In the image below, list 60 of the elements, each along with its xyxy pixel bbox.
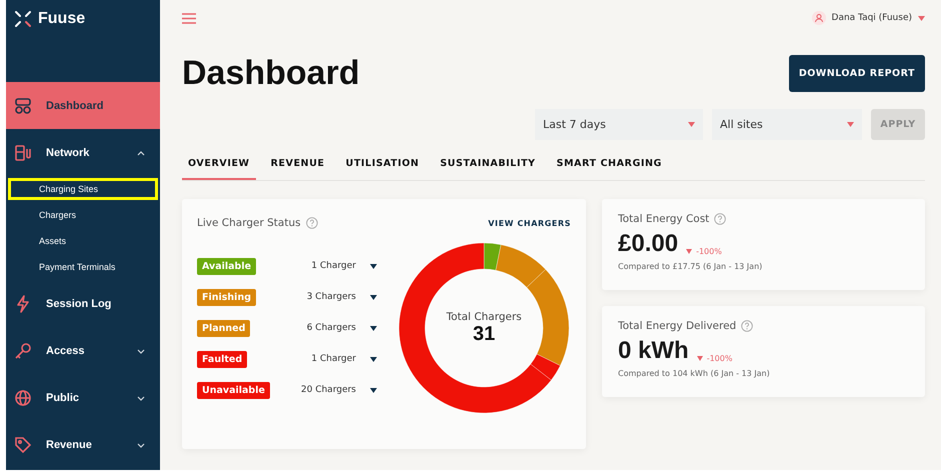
sidebar-item[interactable]: Access: [6, 327, 160, 374]
view-chargers-link[interactable]: VIEW CHARGERS: [488, 218, 571, 228]
sidebar-item[interactable]: Revenue: [6, 421, 160, 468]
dropdown-caret-icon[interactable]: [370, 264, 377, 268]
card-title: Live Charger Status: [197, 217, 301, 229]
logo-icon: [14, 10, 32, 28]
download-report-button[interactable]: DOWNLOAD REPORT: [788, 55, 925, 92]
dropdown-caret-icon: [847, 122, 854, 127]
charger-count: 1 Charger: [311, 261, 356, 271]
charger-count: 6 Chargers: [306, 323, 356, 333]
sidebar-subitem[interactable]: Payment Terminals: [6, 254, 160, 280]
filter-dropdown[interactable]: Last 7 days: [535, 109, 703, 140]
total-label: Total Chargers: [446, 310, 522, 322]
dropdown-caret-icon: [688, 122, 695, 127]
sidebar-subitem[interactable]: Charging Sites: [6, 176, 160, 202]
status-badge: Available: [197, 258, 256, 274]
sidebar-item[interactable]: Network: [6, 129, 160, 176]
down-arrow-icon: [696, 356, 703, 361]
tab[interactable]: SMART CHARGING: [550, 158, 668, 180]
tab[interactable]: REVENUE: [264, 158, 331, 180]
sidebar-item[interactable]: Session Log: [6, 280, 160, 327]
key-icon: [14, 342, 32, 360]
sidebar-item[interactable]: Dashboard: [6, 82, 160, 129]
comparison-text: Compared to 104 kWh (6 Jan - 13 Jan): [618, 369, 771, 378]
filter-dropdown[interactable]: All sites: [712, 109, 862, 140]
comparison-text: Compared to £17.75 (6 Jan - 13 Jan): [618, 262, 764, 271]
menu-icon[interactable]: [182, 12, 196, 24]
charger-icon: [14, 144, 32, 162]
brand-name: Fuuse: [38, 10, 86, 28]
lightning-icon: [14, 294, 32, 312]
charger-count: 3 Chargers: [306, 292, 356, 302]
dropdown-caret-icon[interactable]: [370, 388, 377, 392]
tag-icon: [14, 436, 32, 454]
user-name[interactable]: Dana Taqi (Fuuse): [832, 13, 912, 23]
sidebar-subitem[interactable]: Assets: [6, 228, 160, 254]
dropdown-caret-icon[interactable]: [370, 356, 377, 362]
down-arrow-icon: [686, 249, 692, 254]
metric-value: £0.00: [618, 230, 678, 258]
metric-title: Total Energy Cost: [618, 213, 710, 225]
change-value: -100%: [696, 247, 722, 256]
status-badge: Faulted: [197, 350, 248, 368]
page-title: Dashboard: [182, 54, 360, 93]
tab[interactable]: SUSTAINABILITY: [434, 158, 542, 180]
tab[interactable]: UTILISATION: [340, 158, 426, 180]
status-badge: Finishing: [197, 288, 256, 306]
charger-count: 20 Chargers: [301, 385, 356, 395]
dropdown-caret-icon[interactable]: [370, 294, 377, 300]
status-badge: Unavailable: [197, 382, 270, 398]
metric-value: 0 kWh: [618, 337, 689, 365]
dropdown-caret-icon[interactable]: [370, 326, 377, 330]
tab[interactable]: OVERVIEW: [182, 158, 256, 180]
globe-icon: [14, 388, 32, 406]
status-badge: Planned: [197, 320, 250, 336]
sidebar-item[interactable]: Public: [6, 374, 160, 421]
metric-title: Total Energy Delivered: [618, 320, 736, 332]
sidebar-subitem[interactable]: Chargers: [6, 202, 160, 228]
layout-icon: [14, 96, 32, 114]
charger-count: 1 Charger: [311, 354, 356, 364]
change-value: -100%: [706, 354, 732, 363]
total-value: 31: [472, 322, 496, 346]
